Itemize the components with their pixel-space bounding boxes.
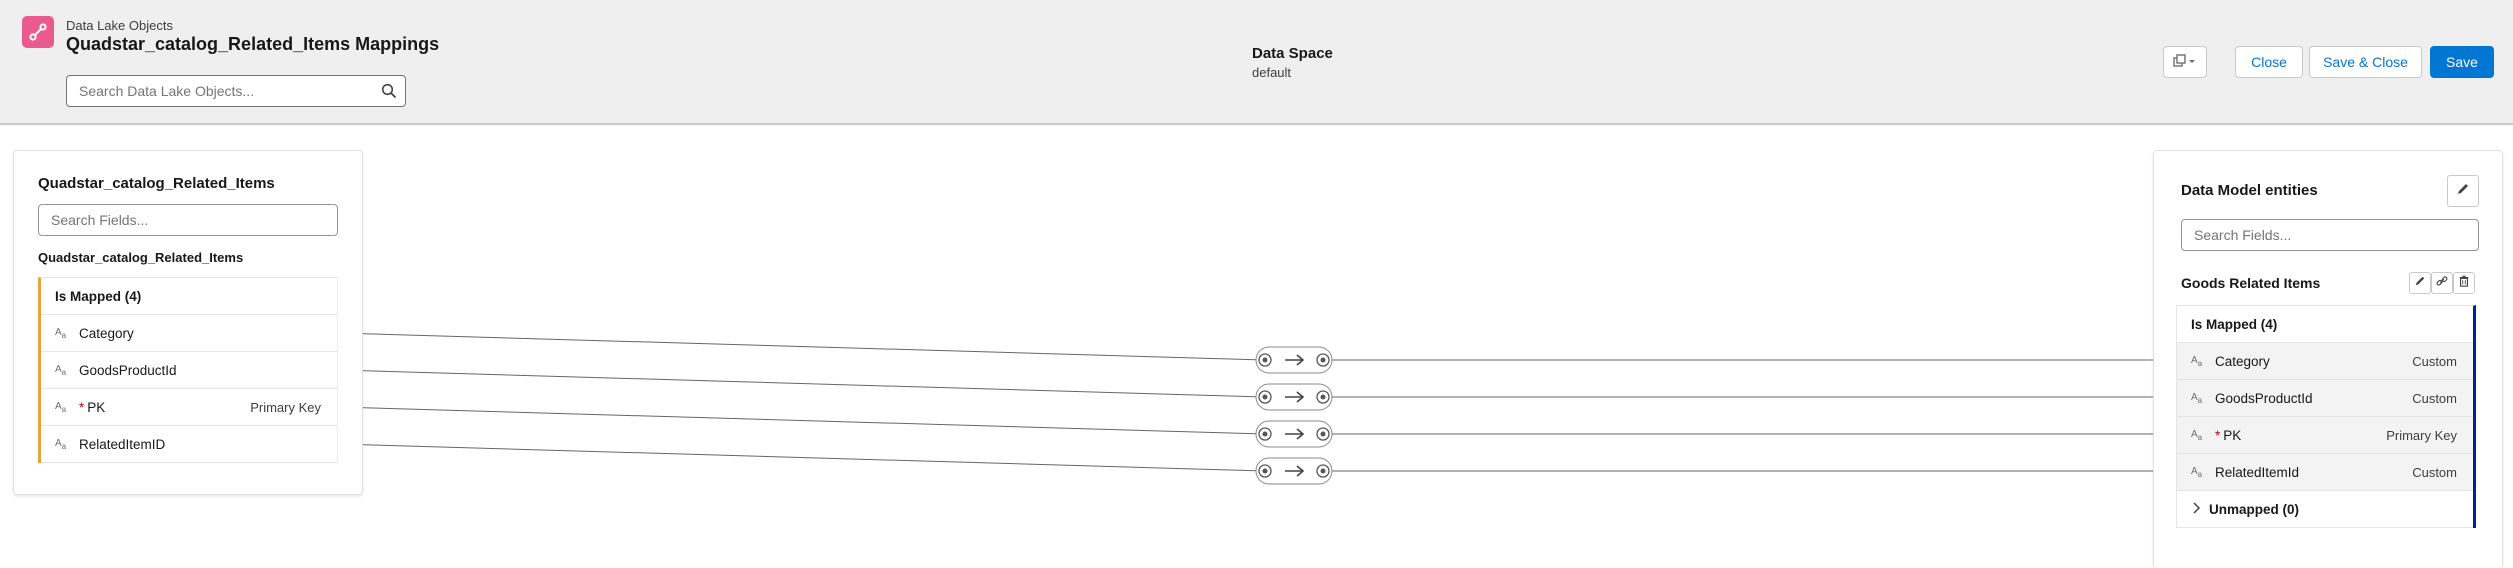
transform-input-handle-center	[1262, 431, 1268, 437]
target-field-meta: Primary Key	[2386, 427, 2457, 443]
target-mapped-group-label: Is Mapped (4)	[2191, 316, 2278, 332]
source-field-name: Category	[79, 325, 134, 341]
transform-input-handle-center	[1262, 357, 1268, 363]
target-entity-name: Goods Related Items	[2181, 275, 2321, 291]
text-type-icon: Aa	[2191, 465, 2203, 479]
source-field-row[interactable]: Aa Category	[41, 315, 337, 352]
pencil-icon	[2414, 274, 2426, 292]
source-mapped-group-label: Is Mapped (4)	[55, 288, 142, 304]
source-field-row[interactable]: Aa * PK Primary Key	[41, 389, 337, 426]
target-panel-title: Data Model entities	[2181, 182, 2318, 199]
link-entity-button[interactable]	[2431, 272, 2453, 294]
edit-entity-button[interactable]	[2409, 272, 2431, 294]
source-field-meta: Primary Key	[250, 399, 321, 415]
chevron-right-icon	[2191, 501, 2201, 517]
target-unmapped-group-header[interactable]: Unmapped (0)	[2177, 491, 2473, 528]
target-field-meta: Custom	[2412, 464, 2457, 480]
target-field-name: GoodsProductId	[2215, 390, 2313, 406]
target-field-row[interactable]: Aa Category Custom	[2177, 343, 2473, 380]
transform-output-handle-center	[1320, 394, 1326, 400]
target-mapped-group-header[interactable]: Is Mapped (4)	[2177, 306, 2473, 343]
source-mapped-group-header[interactable]: Is Mapped (4)	[41, 278, 337, 315]
source-search-field[interactable]	[38, 204, 338, 236]
target-field-name: RelatedItemId	[2215, 464, 2300, 480]
target-unmapped-group-label: Unmapped (0)	[2209, 501, 2300, 517]
text-type-icon: Aa	[55, 363, 67, 377]
target-field-meta: Custom	[2412, 390, 2457, 406]
source-field-name: GoodsProductId	[79, 362, 177, 378]
mapping-line	[336, 443, 1266, 472]
text-type-icon: Aa	[2191, 391, 2203, 405]
target-search-input[interactable]	[2182, 220, 2478, 250]
text-type-icon: Aa	[2191, 354, 2203, 368]
target-field-row[interactable]: Aa GoodsProductId Custom	[2177, 380, 2473, 417]
target-field-meta: Custom	[2412, 353, 2457, 369]
source-object-name: Quadstar_catalog_Related_Items	[38, 250, 244, 265]
text-type-icon: Aa	[55, 400, 67, 414]
transform-output-handle-center	[1320, 468, 1326, 474]
edit-entities-button[interactable]	[2447, 175, 2479, 207]
required-marker: *	[2215, 427, 2221, 443]
source-search-input[interactable]	[39, 205, 337, 235]
target-field-list: Is Mapped (4) Aa Category Custom Aa Good…	[2176, 305, 2476, 528]
required-marker: *	[79, 399, 85, 415]
transform-input-handle-center	[1262, 394, 1268, 400]
trash-icon	[2458, 274, 2470, 292]
text-type-icon: Aa	[55, 326, 67, 340]
source-field-name: PK	[87, 399, 106, 415]
delete-entity-button[interactable]	[2453, 272, 2475, 294]
target-field-row[interactable]: Aa RelatedItemId Custom	[2177, 454, 2473, 491]
text-type-icon: Aa	[55, 437, 67, 451]
link-icon	[2436, 274, 2448, 292]
mapping-line	[336, 406, 1266, 435]
source-field-row[interactable]: Aa GoodsProductId	[41, 352, 337, 389]
target-field-row[interactable]: Aa * PK Primary Key	[2177, 417, 2473, 454]
mapping-line	[336, 369, 1266, 398]
target-search-field[interactable]	[2181, 219, 2479, 251]
mapping-line	[336, 332, 1266, 361]
text-type-icon: Aa	[2191, 428, 2203, 442]
source-field-name: RelatedItemID	[79, 436, 166, 452]
source-field-row[interactable]: Aa RelatedItemID	[41, 426, 337, 463]
transform-output-handle-center	[1320, 357, 1326, 363]
pencil-icon	[2456, 182, 2470, 201]
transform-input-handle-center	[1262, 468, 1268, 474]
target-field-name: PK	[2223, 427, 2242, 443]
mapping-connectors	[330, 326, 2185, 485]
transform-output-handle-center	[1320, 431, 1326, 437]
target-field-name: Category	[2215, 353, 2270, 369]
source-field-list: Is Mapped (4) Aa Category Aa GoodsProduc…	[38, 277, 338, 463]
source-panel-title: Quadstar_catalog_Related_Items	[38, 175, 275, 192]
